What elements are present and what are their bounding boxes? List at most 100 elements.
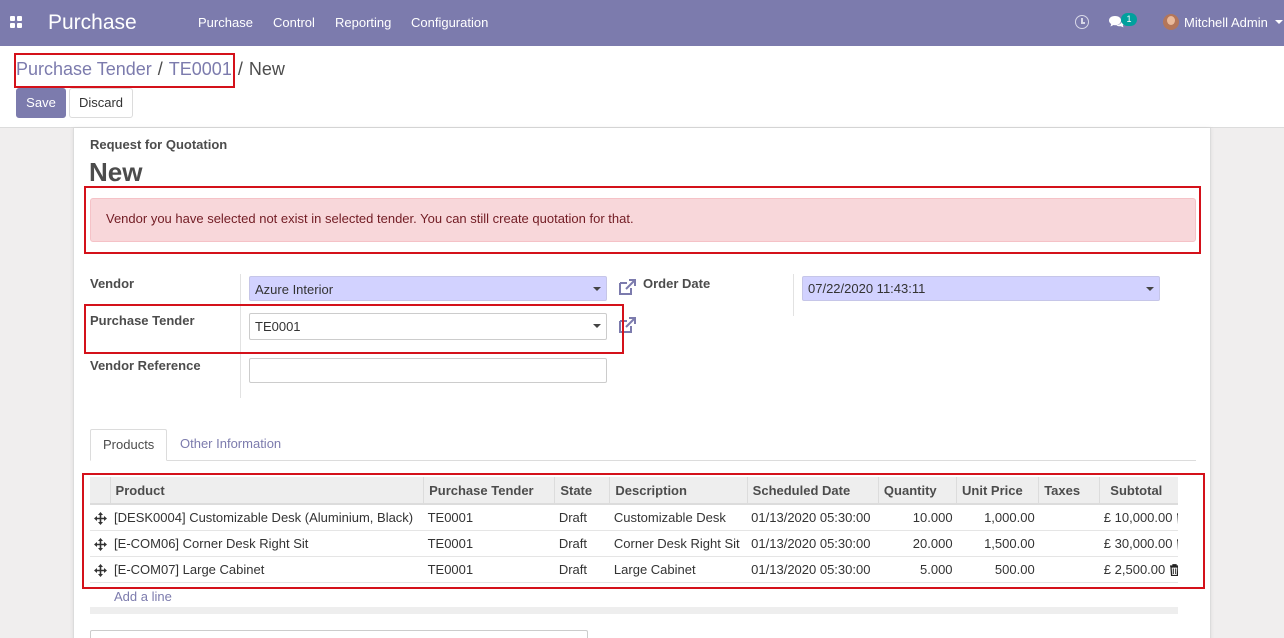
menu-control[interactable]: Control	[273, 15, 315, 30]
subtotal-value: £ 30,000.00	[1103, 535, 1173, 551]
tab-products[interactable]: Products	[90, 429, 167, 461]
breadcrumb-separator: /	[237, 59, 243, 79]
vendor-reference-label: Vendor Reference	[90, 358, 201, 373]
breadcrumb-te0001[interactable]: TE0001	[169, 59, 232, 79]
cell-unit-price: 1,500.00	[956, 530, 1039, 557]
breadcrumb-purchase-tender[interactable]: Purchase Tender	[16, 59, 152, 79]
cell-description: Customizable Desk	[609, 504, 748, 531]
row-drag-handle[interactable]	[90, 556, 111, 583]
cell-description: Corner Desk Right Sit	[609, 530, 748, 557]
cell-scheduled-date: 01/13/2020 05:30:00	[747, 530, 879, 557]
cell-scheduled-date: 01/13/2020 05:30:00	[747, 556, 879, 583]
cell-product: [E-COM06] Corner Desk Right Sit	[110, 530, 424, 557]
table-row[interactable]: [E-COM06] Corner Desk Right Sit TE0001 D…	[90, 530, 1178, 557]
column-header-state[interactable]: State	[554, 477, 610, 505]
cell-taxes	[1038, 504, 1100, 531]
cell-unit-price: 500.00	[956, 556, 1039, 583]
column-header-quantity[interactable]: Quantity	[877, 477, 957, 505]
cell-product: [DESK0004] Customizable Desk (Aluminium,…	[110, 504, 424, 531]
cell-subtotal: £ 30,000.00	[1099, 530, 1178, 557]
order-date-value: 07/22/2020 11:43:11	[808, 281, 926, 296]
discard-button[interactable]: Discard	[69, 88, 133, 118]
vendor-label: Vendor	[90, 276, 135, 291]
row-drag-handle[interactable]	[90, 530, 111, 557]
control-panel: Purchase Tender / TE0001/New Save Discard	[0, 46, 1284, 128]
breadcrumb: Purchase Tender / TE0001/New	[16, 59, 285, 80]
vendor-external-link-icon[interactable]	[618, 278, 638, 296]
app-name[interactable]: Purchase	[48, 11, 137, 35]
terms-notes-field[interactable]	[90, 630, 588, 638]
delete-row-trash-icon[interactable]	[1176, 538, 1178, 550]
column-header-description[interactable]: Description	[609, 477, 748, 505]
column-header-subtotal[interactable]: Subtotal	[1099, 477, 1178, 505]
column-header-unit-price[interactable]: Unit Price	[956, 477, 1039, 505]
vendor-warning-alert: Vendor you have selected not exist in se…	[90, 198, 1196, 242]
cell-description: Large Cabinet	[609, 556, 748, 583]
cell-quantity: 10.000	[878, 504, 957, 531]
table-row[interactable]: [DESK0004] Customizable Desk (Aluminium,…	[90, 504, 1178, 531]
field-divider	[240, 274, 241, 398]
cell-purchase-tender: TE0001	[423, 504, 555, 531]
column-header-taxes[interactable]: Taxes	[1038, 477, 1100, 505]
menu-purchase[interactable]: Purchase	[198, 15, 253, 30]
user-name[interactable]: Mitchell Admin	[1184, 15, 1268, 30]
cell-taxes	[1038, 556, 1100, 583]
menu-reporting[interactable]: Reporting	[335, 15, 391, 30]
user-avatar[interactable]	[1163, 14, 1179, 30]
move-handle-icon[interactable]	[94, 563, 107, 577]
cell-scheduled-date: 01/13/2020 05:30:00	[747, 504, 879, 531]
order-date-input[interactable]: 07/22/2020 11:43:11	[802, 276, 1160, 301]
cell-unit-price: 1,000.00	[956, 504, 1039, 531]
move-handle-icon[interactable]	[94, 537, 107, 551]
delete-row-trash-icon[interactable]	[1176, 512, 1178, 524]
subtotal-value: £ 10,000.00	[1103, 509, 1173, 525]
purchase-tender-value: TE0001	[255, 319, 301, 334]
vendor-reference-input[interactable]	[249, 358, 607, 383]
document-type-label: Request for Quotation	[90, 137, 228, 152]
purchase-tender-external-link-icon[interactable]	[618, 316, 638, 334]
save-button[interactable]: Save	[16, 88, 66, 118]
form-sheet: Request for Quotation New Vendor you hav…	[73, 128, 1211, 638]
breadcrumb-separator: /	[157, 59, 163, 79]
purchase-tender-select[interactable]: TE0001	[249, 313, 607, 340]
column-header-product[interactable]: Product	[109, 477, 424, 505]
vendor-select[interactable]: Azure Interior	[249, 276, 607, 301]
move-handle-icon[interactable]	[94, 511, 107, 525]
tab-other-information[interactable]: Other Information	[168, 429, 293, 461]
chat-count-badge: 1	[1121, 13, 1137, 26]
purchase-tender-label: Purchase Tender	[90, 313, 195, 328]
cell-quantity: 5.000	[878, 556, 957, 583]
order-date-dropdown-icon[interactable]	[1146, 287, 1154, 291]
vendor-value: Azure Interior	[255, 282, 334, 297]
vendor-dropdown-icon[interactable]	[593, 287, 601, 291]
subtotal-value: £ 2,500.00	[1103, 561, 1166, 577]
menu-configuration[interactable]: Configuration	[411, 15, 488, 30]
column-header-purchase-tender[interactable]: Purchase Tender	[423, 477, 555, 505]
column-header-handle	[90, 477, 111, 505]
cell-purchase-tender: TE0001	[423, 556, 555, 583]
cell-taxes	[1038, 530, 1100, 557]
cell-state: Draft	[554, 504, 610, 531]
row-drag-handle[interactable]	[90, 504, 111, 531]
table-row[interactable]: [E-COM07] Large Cabinet TE0001 Draft Lar…	[90, 556, 1178, 583]
purchase-tender-dropdown-icon[interactable]	[593, 324, 601, 328]
table-footer	[90, 607, 1178, 614]
cell-product: [E-COM07] Large Cabinet	[110, 556, 424, 583]
cell-state: Draft	[554, 530, 610, 557]
document-name: New	[89, 157, 143, 187]
cell-subtotal: £ 10,000.00	[1099, 504, 1178, 531]
cell-subtotal: £ 2,500.00	[1099, 556, 1178, 583]
order-lines-table: Product Purchase Tender State Descriptio…	[90, 477, 1178, 583]
order-date-label: Order Date	[643, 276, 711, 291]
add-a-line-link[interactable]: Add a line	[114, 589, 172, 604]
cell-purchase-tender: TE0001	[423, 530, 555, 557]
column-header-scheduled-date[interactable]: Scheduled Date	[746, 477, 879, 505]
breadcrumb-current: New	[248, 59, 285, 79]
user-menu-caret-icon[interactable]	[1275, 20, 1283, 24]
activity-clock-icon[interactable]	[1075, 15, 1089, 29]
top-navbar: Purchase Purchase Control Reporting Conf…	[0, 0, 1284, 46]
table-header-row: Product Purchase Tender State Descriptio…	[90, 477, 1178, 505]
apps-menu-icon[interactable]	[10, 16, 23, 29]
cell-quantity: 20.000	[878, 530, 957, 557]
delete-row-trash-icon[interactable]	[1169, 564, 1178, 577]
